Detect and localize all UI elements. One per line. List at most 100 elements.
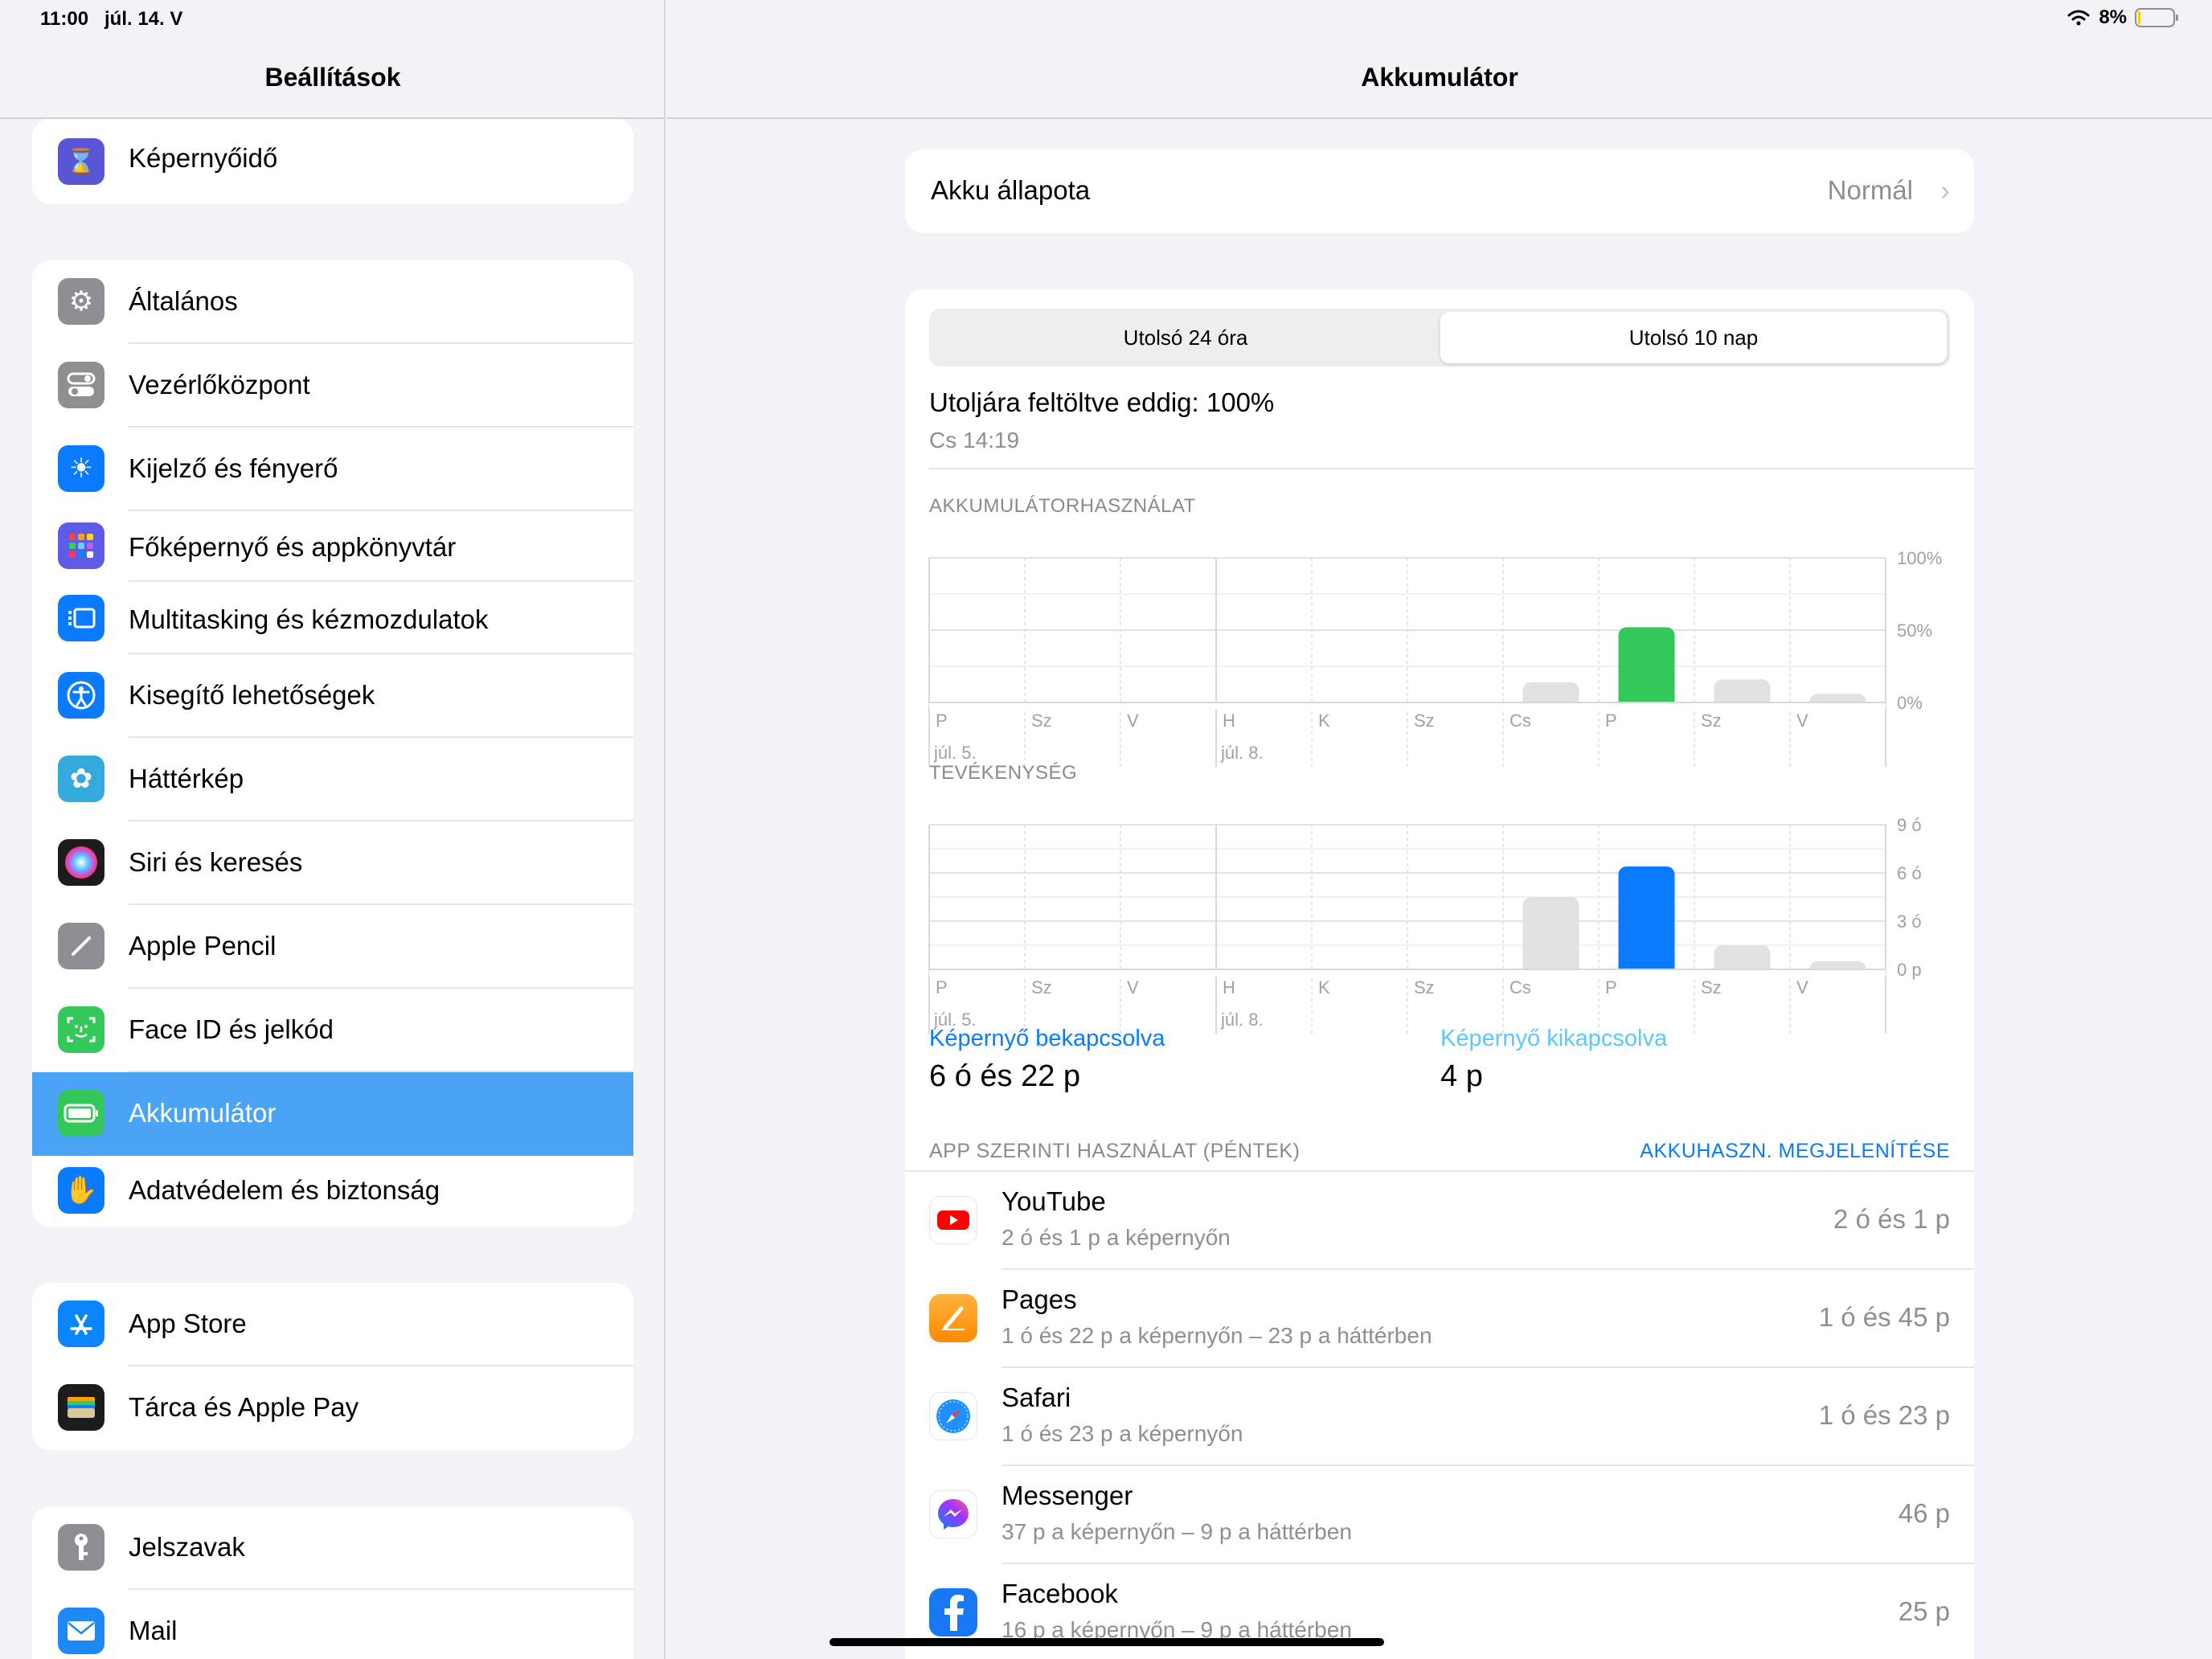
sidebar-item-face-id[interactable]: Face ID és jelkód: [32, 989, 633, 1072]
toggles-icon: [58, 362, 104, 408]
sidebar-title: Beállítások: [264, 63, 401, 92]
page-title: Akkumulátor: [1361, 63, 1518, 92]
battery-health-value: Normál: [1827, 175, 1913, 205]
sidebar-item-wallpaper[interactable]: ✿ Háttérkép: [32, 738, 633, 821]
screen-off-label: Képernyő kikapcsolva: [1440, 1026, 1668, 1051]
app-usage-time: 46 p: [1898, 1498, 1950, 1528]
chart-bar: [1618, 866, 1675, 976]
sidebar-item-label: Face ID és jelkód: [129, 1014, 334, 1044]
settings-group-accounts: Jelszavak Mail: [32, 1506, 633, 1659]
sidebar-item-label: Főképernyő és appkönyvtár: [129, 532, 457, 562]
chart-bar: [1522, 897, 1579, 976]
tab-last-10-days[interactable]: Utolsó 10 nap: [1440, 312, 1947, 363]
app-usage-time: 1 ó és 45 p: [1818, 1302, 1950, 1332]
sidebar-item-display[interactable]: ☀ Kijelző és fényerő: [32, 428, 633, 511]
multitasking-icon: [58, 595, 104, 641]
sidebar-item-control-center[interactable]: Vezérlőközpont: [32, 344, 633, 428]
sidebar-item-app-store[interactable]: App Store: [32, 1283, 633, 1366]
baseline-mask: [929, 703, 1886, 710]
sidebar-item-label: Kijelző és fényerő: [129, 453, 338, 483]
sidebar-item-privacy[interactable]: ✋ Adatvédelem és biztonság: [32, 1156, 633, 1227]
activity-section-label: TEVÉKENYSÉG: [929, 762, 1078, 784]
youtube-icon: [929, 1196, 977, 1244]
app-name: Safari: [1002, 1382, 1071, 1412]
battery-usage-section-label: AKKUMULÁTORHASZNÁLAT: [929, 495, 1196, 517]
sidebar-item-home-screen[interactable]: Főképernyő és appkönyvtár: [32, 511, 633, 582]
screen-on-value: 6 ó és 22 p: [929, 1059, 1081, 1093]
wallet-icon: [58, 1384, 104, 1431]
sidebar-item-battery[interactable]: Akkumulátor: [32, 1072, 633, 1156]
sidebar-item-mail[interactable]: Mail: [32, 1590, 633, 1659]
sidebar-item-label: Mail: [129, 1616, 178, 1645]
status-date: júl. 14. V: [104, 8, 183, 30]
app-row-youtube[interactable]: YouTube 2 ó és 1 p a képernyőn 2 ó és 1 …: [905, 1172, 1974, 1270]
battery-level-fill: [2138, 11, 2141, 24]
y-tick-label: 50%: [1897, 621, 1932, 641]
app-usage-time: 25 p: [1898, 1596, 1950, 1626]
sidebar-item-label: Apple Pencil: [129, 931, 276, 961]
app-usage-section-label: APP SZERINTI HASZNÁLAT (PÉNTEK): [929, 1140, 1301, 1162]
tab-last-24-hours[interactable]: Utolsó 24 óra: [932, 312, 1439, 363]
app-name: YouTube: [1002, 1186, 1106, 1216]
sun-icon: ☀: [58, 445, 104, 492]
sidebar-item-label: Jelszavak: [129, 1532, 245, 1562]
sidebar-item-multitasking[interactable]: Multitasking és kézmozdulatok: [32, 582, 633, 654]
sidebar-item-label: Adatvédelem és biztonság: [129, 1175, 440, 1205]
faceid-icon: [58, 1006, 104, 1053]
battery-detail-pane: Akkumulátor Akku állapota Normál › Utols…: [667, 0, 2212, 1659]
x-tick-label: Sz: [1031, 711, 1052, 731]
date-label: júl. 8.: [1220, 1010, 1264, 1030]
sidebar-item-general[interactable]: ⚙ Általános: [32, 260, 633, 344]
status-time: 11:00: [40, 8, 89, 30]
gear-icon: ⚙: [58, 278, 104, 325]
date-label: júl. 8.: [1220, 743, 1264, 763]
accessibility-icon: [58, 672, 104, 719]
app-usage-detail: 37 p a képernyőn – 9 p a háttérben: [1002, 1519, 1352, 1544]
y-tick-label: 6 ó: [1897, 863, 1922, 883]
home-indicator[interactable]: [830, 1638, 1384, 1646]
sidebar-item-siri[interactable]: Siri és keresés: [32, 821, 633, 905]
chevron-right-icon: ›: [1940, 174, 1950, 207]
sidebar-item-wallet[interactable]: Tárca és Apple Pay: [32, 1366, 633, 1450]
show-battery-usage-button[interactable]: AKKUHASZN. MEGJELENÍTÉSE: [1640, 1140, 1950, 1163]
sidebar-item-apple-pencil[interactable]: Apple Pencil: [32, 905, 633, 989]
y-tick-label: 0%: [1897, 693, 1923, 713]
divider: [929, 468, 1974, 469]
battery-health-row[interactable]: Akku állapota Normál ›: [905, 150, 1974, 233]
key-icon: [58, 1524, 104, 1571]
app-name: Pages: [1002, 1284, 1077, 1314]
settings-sidebar: Beállítások ⌛ Képernyőidő ⚙ Általános Ve…: [0, 0, 666, 1659]
x-tick-label: K: [1318, 711, 1330, 731]
pencil-icon: [58, 923, 104, 969]
app-row-messenger[interactable]: Messenger 37 p a képernyőn – 9 p a hátté…: [905, 1466, 1974, 1564]
sidebar-item-screen-time[interactable]: ⌛ Képernyőidő: [32, 119, 633, 196]
sidebar-item-label: Akkumulátor: [129, 1098, 276, 1128]
settings-group-screen-time: ⌛ Képernyőidő: [32, 119, 633, 204]
app-name: Messenger: [1002, 1481, 1133, 1510]
hourglass-icon: ⌛: [58, 138, 104, 185]
x-tick-label: Sz: [1414, 977, 1435, 997]
y-tick-label: 3 ó: [1897, 911, 1922, 932]
app-usage-detail: 1 ó és 23 p a képernyőn: [1002, 1421, 1243, 1446]
sidebar-item-label: App Store: [129, 1309, 247, 1338]
sidebar-item-label: Képernyőidő: [129, 143, 278, 173]
sidebar-item-label: Kisegítő lehetőségek: [129, 680, 375, 710]
pages-icon: [929, 1294, 977, 1342]
sidebar-item-accessibility[interactable]: Kisegítő lehetőségek: [32, 654, 633, 738]
app-row-safari[interactable]: Safari 1 ó és 23 p a képernyőn 1 ó és 23…: [905, 1368, 1974, 1466]
app-row-pages[interactable]: Pages 1 ó és 22 p a képernyőn – 23 p a h…: [905, 1270, 1974, 1368]
x-tick-label: H: [1223, 977, 1235, 997]
activity-chart: 9 ó6 ó3 ó0 pPjúl. 5.Sz V Hjúl. 8.K Sz Cs P Sz V: [928, 815, 1922, 1034]
app-usage-time: 2 ó és 1 p: [1833, 1204, 1950, 1234]
facebook-icon: [929, 1588, 977, 1636]
hand-icon: ✋: [58, 1167, 104, 1214]
last-charged-time: Cs 14:19: [929, 428, 1020, 453]
x-tick-label: V: [1796, 977, 1809, 997]
screen-off-value: 4 p: [1440, 1059, 1483, 1093]
x-tick-label: Sz: [1701, 711, 1722, 731]
x-tick-label: H: [1223, 711, 1235, 731]
x-tick-label: V: [1796, 711, 1809, 731]
sidebar-item-passwords[interactable]: Jelszavak: [32, 1506, 633, 1590]
mail-icon: [58, 1608, 104, 1654]
status-indicators: 8%: [2067, 6, 2178, 29]
